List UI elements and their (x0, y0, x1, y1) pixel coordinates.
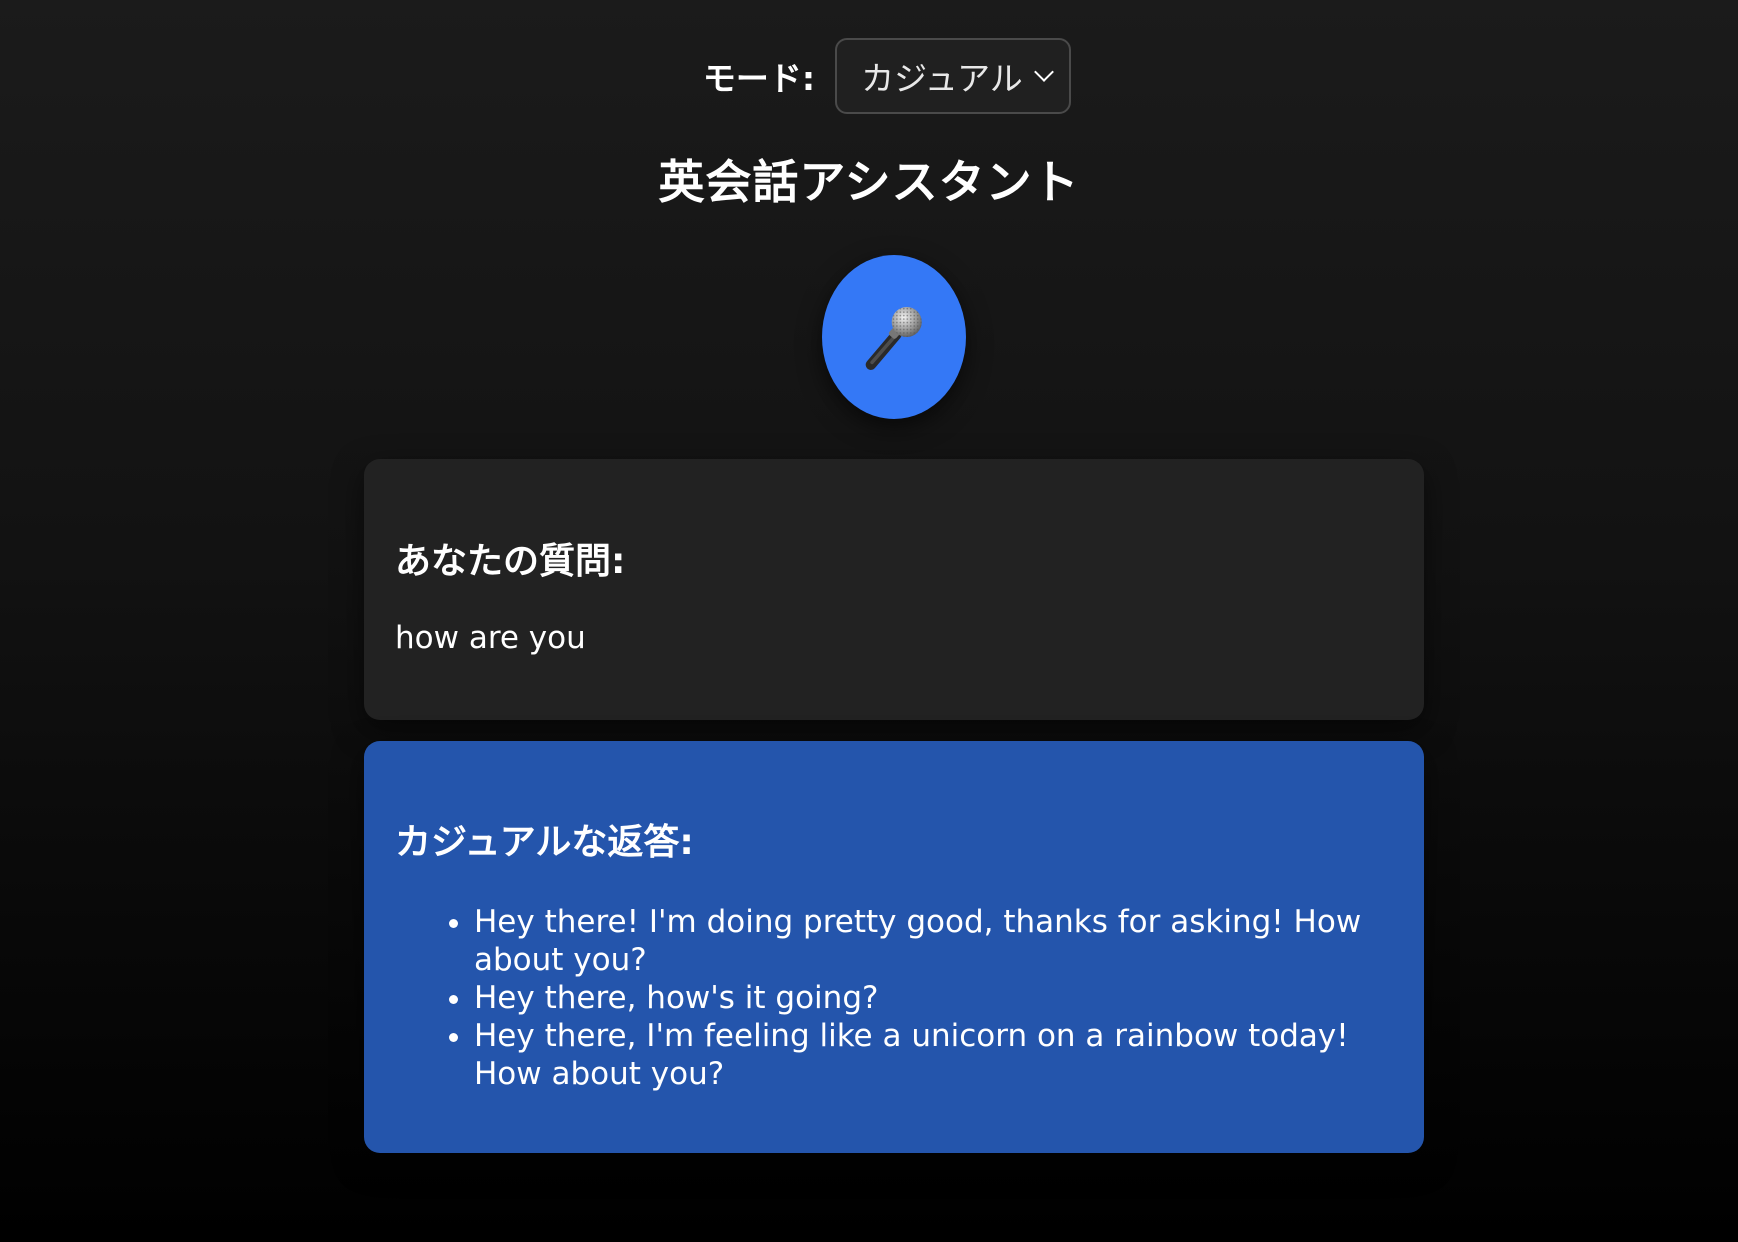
answer-card: カジュアルな返答: Hey there! I'm doing pretty go… (364, 741, 1424, 1153)
question-heading: あなたの質問: (395, 541, 626, 582)
answer-list: Hey there! I'm doing pretty good, thanks… (395, 903, 1390, 1093)
answer-item: Hey there, how's it going? (474, 979, 1390, 1017)
page-title: 英会話アシスタント (658, 155, 1080, 209)
question-text: how are you (395, 620, 586, 656)
mode-selector-row: モード: カジュアル (0, 38, 1738, 114)
mode-select[interactable]: カジュアル (835, 38, 1072, 114)
answer-item: Hey there, I'm feeling like a unicorn on… (474, 1017, 1390, 1093)
answer-heading: カジュアルな返答: (395, 822, 694, 863)
record-button[interactable] (822, 255, 966, 419)
question-card: あなたの質問: how are you (364, 459, 1424, 720)
microphone-icon (865, 306, 922, 370)
mode-select-value: カジュアル (861, 59, 1023, 98)
mode-label: モード: (702, 59, 816, 98)
chevron-down-icon (1034, 62, 1054, 82)
answer-item: Hey there! I'm doing pretty good, thanks… (474, 903, 1390, 979)
